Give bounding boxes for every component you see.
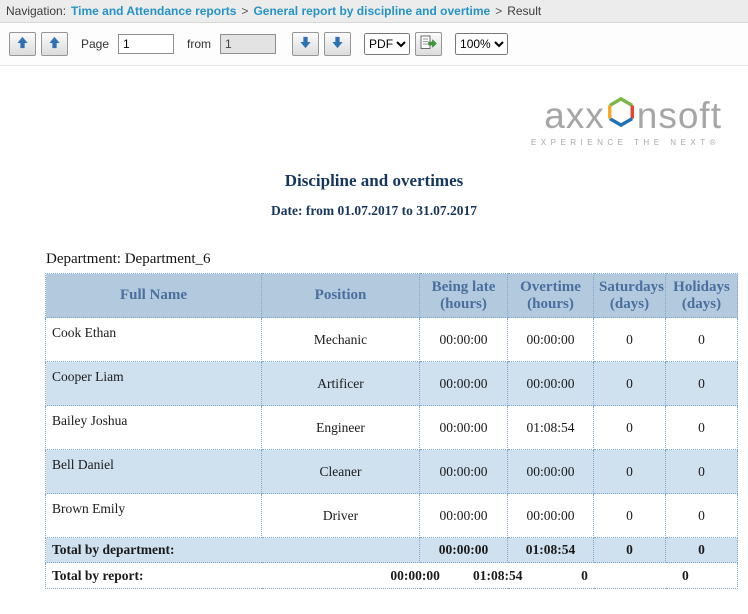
cell-holidays: 0 bbox=[666, 318, 738, 362]
total-report-holidays: 0 bbox=[634, 568, 737, 584]
cell-saturdays: 0 bbox=[594, 362, 666, 406]
axxonsoft-logo: axx nsoft EXPERIENCE THE NEXT® bbox=[0, 96, 722, 147]
from-label: from bbox=[187, 37, 211, 51]
column-header-being-late: Being late (hours) bbox=[420, 274, 508, 318]
total-department-label: Total by department: bbox=[46, 538, 420, 563]
breadcrumb-separator: > bbox=[241, 4, 248, 18]
cell-being-late: 00:00:00 bbox=[420, 494, 508, 538]
cell-position: Artificer bbox=[262, 362, 420, 406]
total-department-saturdays: 0 bbox=[594, 538, 666, 563]
down-arrow-icon bbox=[299, 36, 312, 52]
cell-saturdays: 0 bbox=[594, 494, 666, 538]
export-format-select[interactable]: PDF bbox=[364, 33, 410, 55]
previous-page-button[interactable] bbox=[41, 32, 68, 56]
down-arrow-icon bbox=[331, 36, 344, 52]
breadcrumb: Navigation: Time and Attendance reports … bbox=[0, 0, 748, 23]
page-label: Page bbox=[81, 37, 109, 51]
logo-tagline: EXPERIENCE THE NEXT® bbox=[531, 138, 720, 147]
cell-overtime: 01:08:54 bbox=[508, 406, 594, 450]
cell-overtime: 00:00:00 bbox=[508, 450, 594, 494]
next-page-button[interactable] bbox=[292, 32, 319, 56]
cell-overtime: 00:00:00 bbox=[508, 362, 594, 406]
cell-saturdays: 0 bbox=[594, 318, 666, 362]
column-header-position: Position bbox=[262, 274, 420, 318]
cell-position: Engineer bbox=[262, 406, 420, 450]
nav-link-general-report[interactable]: General report by discipline and overtim… bbox=[253, 4, 490, 18]
logo-hexagon-icon bbox=[606, 96, 636, 134]
department-label: Department: Department_6 bbox=[46, 251, 748, 268]
column-header-full-name: Full Name bbox=[46, 274, 262, 318]
total-report-being-late: 00:00:00 bbox=[370, 568, 460, 584]
total-by-department-row: Total by department: 00:00:00 01:08:54 0… bbox=[46, 538, 738, 563]
table-row: Brown Emily Driver 00:00:00 00:00:00 0 0 bbox=[46, 494, 738, 538]
table-row: Bailey Joshua Engineer 00:00:00 01:08:54… bbox=[46, 406, 738, 450]
table-row: Bell Daniel Cleaner 00:00:00 00:00:00 0 … bbox=[46, 450, 738, 494]
cell-being-late: 00:00:00 bbox=[420, 318, 508, 362]
first-page-button[interactable] bbox=[9, 32, 36, 56]
column-header-holidays: Holidays (days) bbox=[666, 274, 738, 318]
cell-holidays: 0 bbox=[666, 406, 738, 450]
total-report-label: Total by report: bbox=[46, 568, 370, 584]
cell-position: Mechanic bbox=[262, 318, 420, 362]
nav-link-time-attendance-reports[interactable]: Time and Attendance reports bbox=[71, 4, 236, 18]
cell-full-name: Bailey Joshua bbox=[46, 406, 262, 450]
total-department-overtime: 01:08:54 bbox=[508, 538, 594, 563]
total-pages-input bbox=[220, 34, 276, 54]
cell-being-late: 00:00:00 bbox=[420, 362, 508, 406]
cell-full-name: Brown Emily bbox=[46, 494, 262, 538]
cell-full-name: Cooper Liam bbox=[46, 362, 262, 406]
report-toolbar: Page from PDF 100% bbox=[0, 23, 748, 66]
table-row: Cook Ethan Mechanic 00:00:00 00:00:00 0 … bbox=[46, 318, 738, 362]
total-department-being-late: 00:00:00 bbox=[420, 538, 508, 563]
cell-overtime: 00:00:00 bbox=[508, 494, 594, 538]
breadcrumb-separator: > bbox=[495, 4, 502, 18]
cell-being-late: 00:00:00 bbox=[420, 406, 508, 450]
cell-saturdays: 0 bbox=[594, 406, 666, 450]
table-row: Cooper Liam Artificer 00:00:00 00:00:00 … bbox=[46, 362, 738, 406]
total-by-report-row: Total by report: 00:00:00 01:08:54 0 0 bbox=[46, 563, 738, 589]
navigation-label: Navigation: bbox=[6, 4, 66, 18]
cell-position: Driver bbox=[262, 494, 420, 538]
column-header-saturdays: Saturdays (days) bbox=[594, 274, 666, 318]
total-report-overtime: 01:08:54 bbox=[460, 568, 535, 584]
last-page-button[interactable] bbox=[324, 32, 351, 56]
cell-full-name: Cook Ethan bbox=[46, 318, 262, 362]
cell-holidays: 0 bbox=[666, 494, 738, 538]
report-date: Date: from 01.07.2017 to 31.07.2017 bbox=[0, 203, 748, 219]
report-title: Discipline and overtimes bbox=[0, 171, 748, 191]
cell-being-late: 00:00:00 bbox=[420, 450, 508, 494]
up-arrow-icon bbox=[48, 36, 61, 52]
export-icon bbox=[420, 35, 437, 53]
column-header-overtime: Overtime (hours) bbox=[508, 274, 594, 318]
cell-saturdays: 0 bbox=[594, 450, 666, 494]
cell-full-name: Bell Daniel bbox=[46, 450, 262, 494]
logo-text: axx nsoft bbox=[544, 96, 722, 134]
nav-current-result: Result bbox=[507, 4, 541, 18]
report-table: Full Name Position Being late (hours) Ov… bbox=[45, 273, 738, 589]
page-number-input[interactable] bbox=[118, 34, 174, 54]
cell-holidays: 0 bbox=[666, 450, 738, 494]
total-report-saturdays: 0 bbox=[535, 568, 634, 584]
up-arrow-icon bbox=[16, 36, 29, 52]
export-button[interactable] bbox=[415, 32, 442, 56]
zoom-select[interactable]: 100% bbox=[455, 33, 508, 55]
cell-overtime: 00:00:00 bbox=[508, 318, 594, 362]
cell-position: Cleaner bbox=[262, 450, 420, 494]
cell-holidays: 0 bbox=[666, 362, 738, 406]
table-header-row: Full Name Position Being late (hours) Ov… bbox=[46, 274, 738, 318]
total-department-holidays: 0 bbox=[666, 538, 738, 563]
